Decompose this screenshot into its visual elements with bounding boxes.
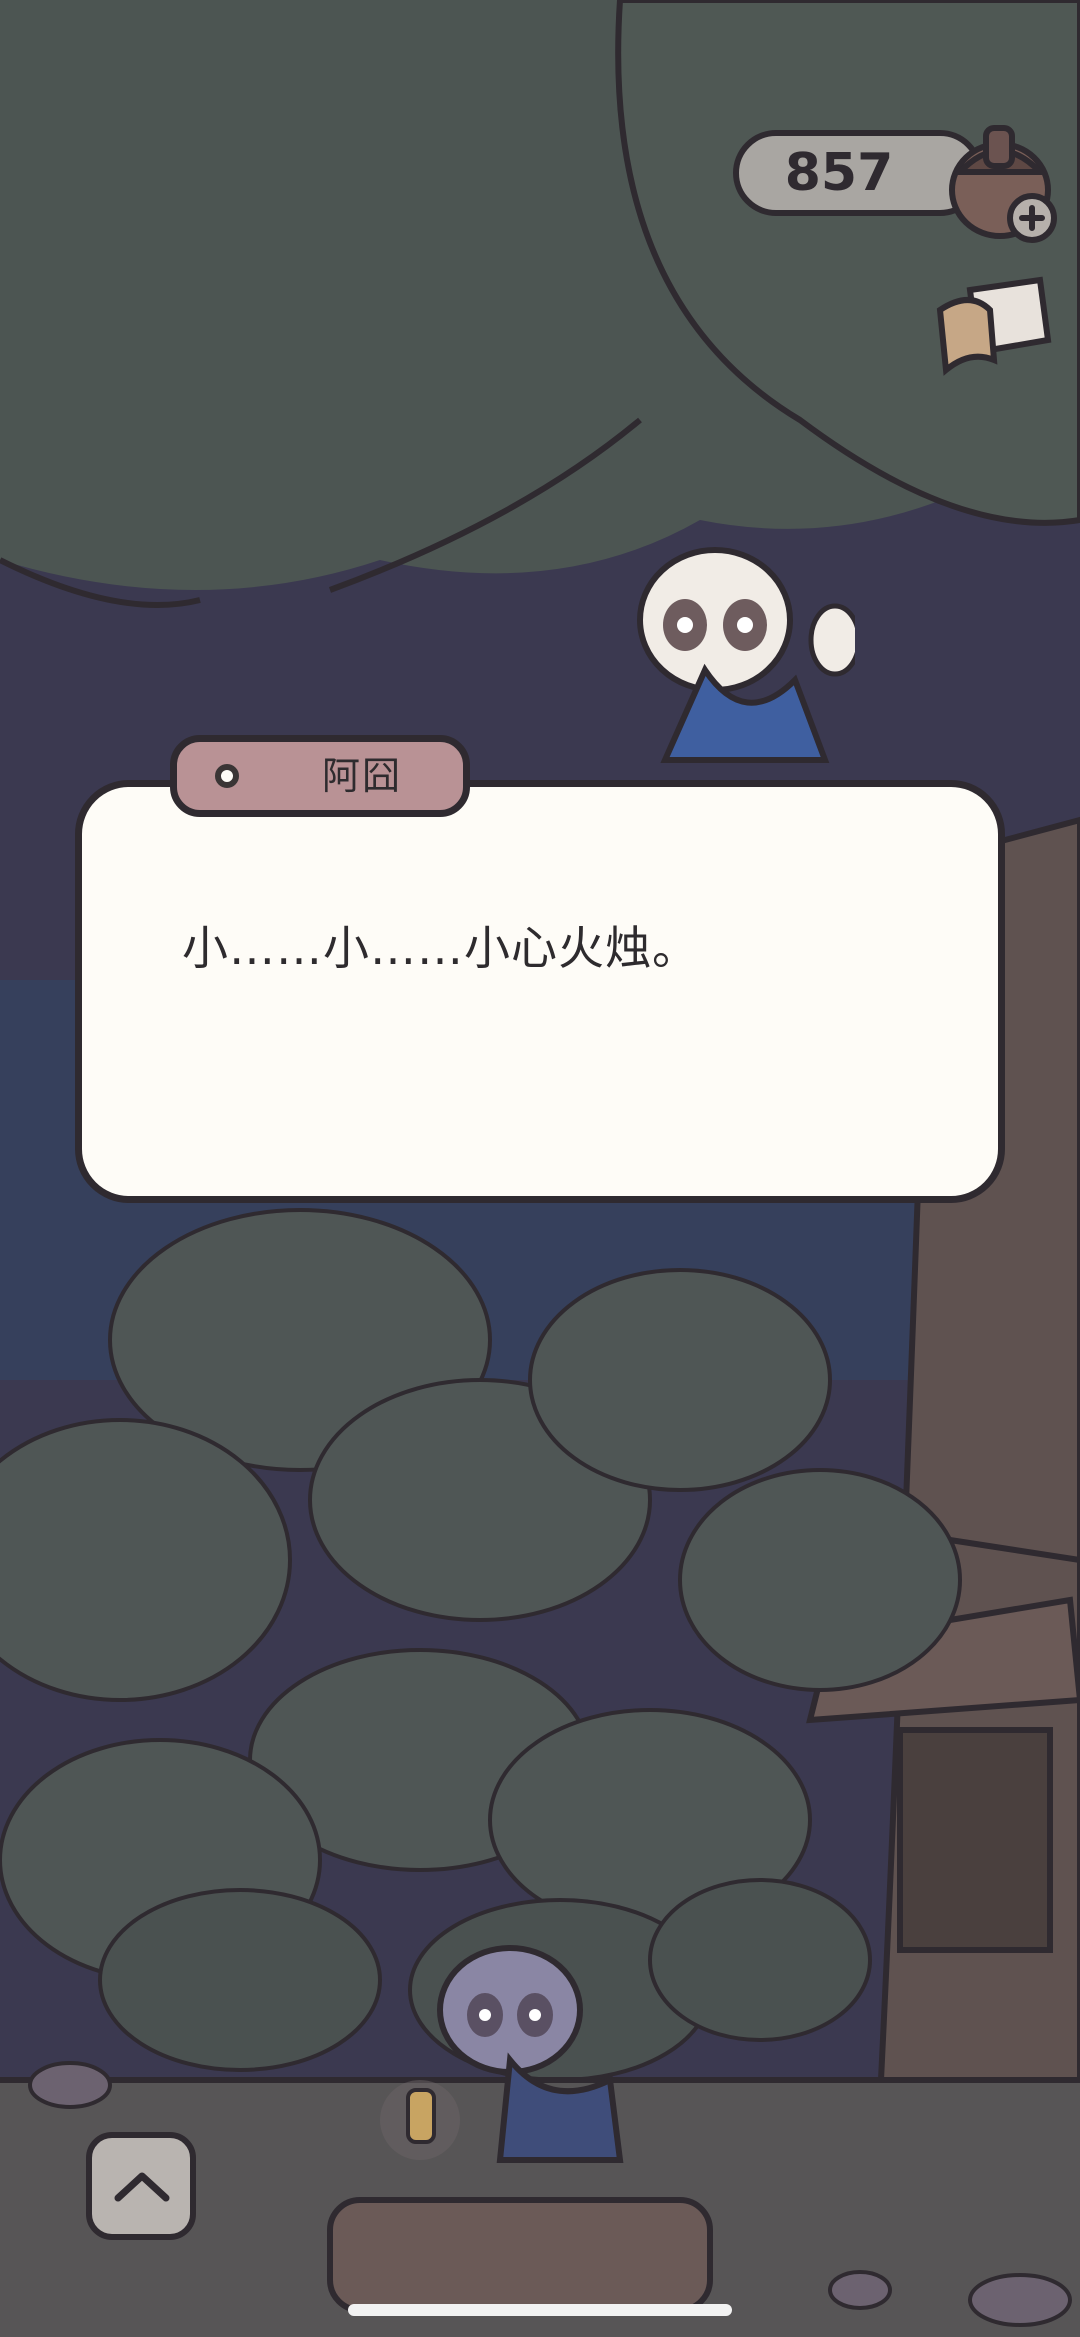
loris-character-ground xyxy=(380,1945,624,2163)
speaker-dot-icon xyxy=(215,764,239,788)
currency-value: 857 xyxy=(784,143,894,203)
home-indicator[interactable] xyxy=(348,2304,732,2316)
chevron-up-icon xyxy=(114,2172,170,2202)
acorn-icon[interactable] xyxy=(940,110,1070,250)
speaker-name-tag: 阿囧 xyxy=(170,735,470,817)
dialog-text: 小……小……小心火烛。 xyxy=(182,921,699,975)
scroll-icon[interactable] xyxy=(930,270,1060,390)
speaker-name: 阿囧 xyxy=(321,754,402,798)
loris-character-top xyxy=(637,547,855,763)
dialog-box[interactable]: 小……小……小心火烛。 xyxy=(75,780,1005,1203)
expand-button[interactable] xyxy=(86,2132,196,2240)
